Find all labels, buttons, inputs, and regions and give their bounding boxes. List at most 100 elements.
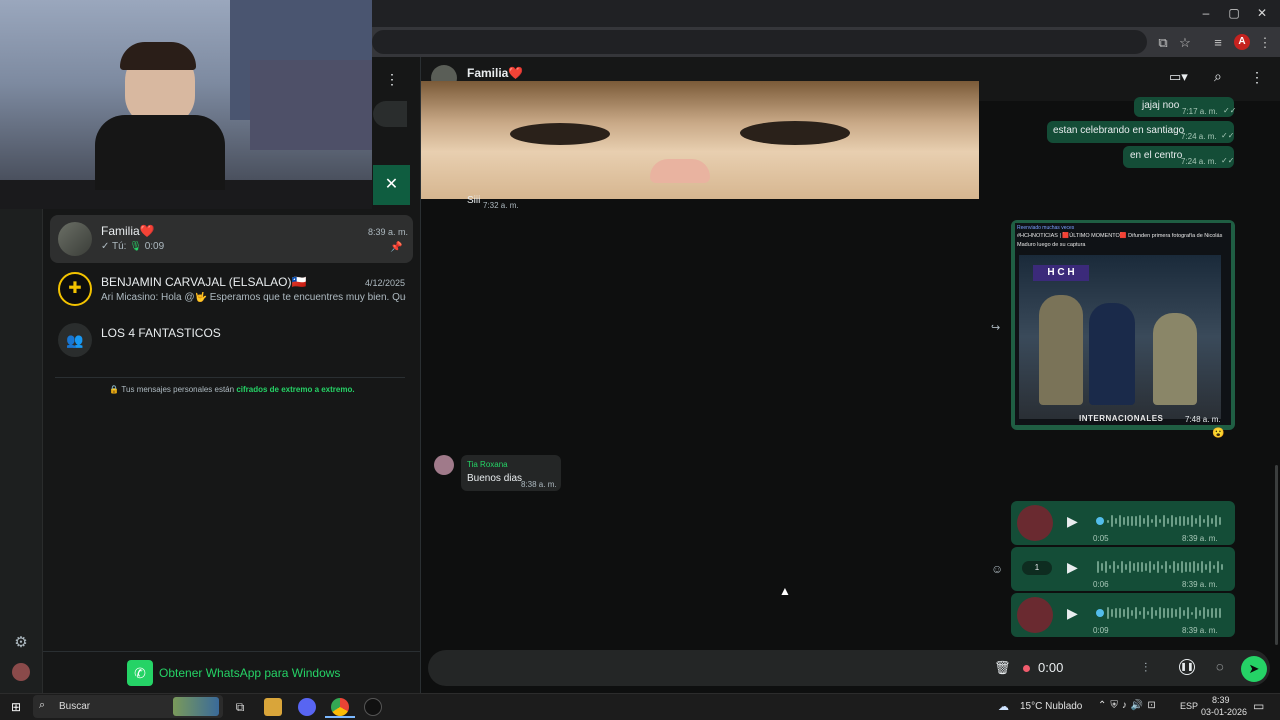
waveform-bar	[1119, 514, 1121, 528]
outgoing-message[interactable]: en el centro 7:24 a. m. ✓✓	[1123, 146, 1234, 168]
waveform-bar	[1117, 565, 1119, 569]
discord-icon[interactable]	[298, 698, 316, 716]
obs-icon[interactable]	[364, 698, 382, 716]
progress-dot[interactable]	[1096, 517, 1104, 525]
waveform-bar	[1177, 563, 1179, 571]
waveform-bar	[1163, 514, 1165, 528]
maximize-button[interactable]: ▢	[1222, 5, 1246, 21]
voice-note[interactable]: ▶ 0:05 8:39 a. m.	[1011, 501, 1235, 545]
chat-menu-icon[interactable]: ⋮	[1250, 69, 1264, 87]
message-time: 8:38 a. m.	[521, 480, 557, 489]
settings-gear-icon[interactable]: ⚙	[12, 633, 30, 651]
waveform-bar	[1159, 518, 1161, 524]
mic-icon: 🎙	[129, 241, 142, 252]
waveform-bar	[1123, 608, 1125, 618]
waveform-bar	[1127, 607, 1129, 619]
search-icon[interactable]: ⌕	[1214, 68, 1232, 86]
waveform-bar	[1205, 564, 1207, 570]
waveform-bar	[1141, 561, 1143, 573]
waveform-bar	[1163, 608, 1165, 618]
waveform[interactable]	[1097, 560, 1225, 574]
voice-note[interactable]: ▶ 0:09 8:39 a. m.	[1011, 593, 1235, 637]
waveform-bar	[1207, 514, 1209, 528]
image-message[interactable]	[421, 81, 979, 199]
emoji-react-icon[interactable]: ☺	[991, 562, 1005, 576]
waveform[interactable]	[1107, 606, 1225, 620]
delete-icon[interactable]: 🗑	[994, 660, 1011, 676]
forward-icon[interactable]: ↪	[991, 321, 1005, 334]
view-once-icon[interactable]: ◌	[1216, 659, 1224, 674]
windows-start-icon[interactable]: ⊞	[7, 698, 25, 716]
waveform-bar	[1125, 563, 1127, 571]
voice-duration: 0:06	[1093, 580, 1109, 589]
incoming-message[interactable]: Tia Roxana Buenos dias 8:38 a. m.	[461, 455, 561, 491]
get-app-link[interactable]: Obtener WhatsApp para Windows	[159, 666, 340, 680]
weather-text[interactable]: 15°C Nublado	[1020, 701, 1082, 712]
address-bar[interactable]	[372, 30, 1147, 54]
send-icon[interactable]: ➤	[1241, 656, 1267, 682]
recording-timer: 0:00	[1038, 660, 1064, 675]
message-time: 7:24 a. m.	[1181, 132, 1217, 141]
file-explorer-icon[interactable]	[264, 698, 282, 716]
chat-item-benjamin[interactable]: ✚ BENJAMIN CARVAJAL (ELSALAO)🇨🇱 4/12/202…	[50, 266, 413, 314]
cat-nose	[650, 159, 710, 183]
outgoing-message[interactable]: jajaj noo 7:17 a. m. ✓✓	[1134, 97, 1236, 117]
bookmark-star-icon[interactable]: ☆	[1176, 34, 1194, 52]
panel-menu-icon[interactable]: ⋮	[385, 71, 399, 87]
waveform-bar	[1211, 518, 1213, 524]
chat-search-input[interactable]	[373, 101, 407, 127]
waveform-bar	[1153, 563, 1155, 571]
mouse-cursor-icon: ▲	[779, 584, 791, 598]
video-call-icon[interactable]: ▭▾	[1169, 69, 1195, 87]
waveform[interactable]	[1107, 514, 1225, 528]
reaction-emoji[interactable]: 😮	[1212, 428, 1224, 439]
cat-eye	[740, 121, 850, 145]
double-check-icon: ✓✓	[1221, 156, 1235, 165]
waveform-bar	[1161, 565, 1163, 569]
waveform-bar	[1111, 608, 1113, 618]
waveform-bar	[1121, 560, 1123, 574]
play-icon[interactable]: ▶	[1067, 605, 1078, 622]
system-tray-icons[interactable]: ⌃⛨♪🔊⊡	[1098, 700, 1160, 711]
install-app-icon[interactable]: ⧉	[1154, 34, 1172, 52]
clock-date[interactable]: 03-01-2026	[1201, 707, 1247, 717]
play-icon[interactable]: ▶	[1067, 559, 1078, 576]
media-control-icon[interactable]: ≡	[1209, 34, 1227, 52]
waveform-bar	[1173, 560, 1175, 574]
progress-dot[interactable]	[1096, 609, 1104, 617]
taskbar-search-input[interactable]: ⌕ Buscar	[33, 695, 223, 718]
sender-avatar[interactable]	[434, 455, 454, 475]
chat-title[interactable]: Familia❤️	[467, 66, 523, 80]
close-window-button[interactable]: ✕	[1250, 5, 1274, 21]
voice-note[interactable]: 1 ▶ 0:06 8:39 a. m.	[1011, 547, 1235, 591]
waveform-bar	[1155, 514, 1157, 528]
chat-item-los-4-fantasticos[interactable]: 👥 LOS 4 FANTASTICOS	[50, 317, 413, 365]
clock-time[interactable]: 8:39	[1212, 695, 1230, 705]
pause-icon[interactable]: ❚❚	[1179, 659, 1195, 675]
scrollbar[interactable]	[1275, 465, 1278, 645]
waveform-bar	[1111, 514, 1113, 528]
minimize-button[interactable]: –	[1194, 5, 1218, 21]
outgoing-message[interactable]: estan celebrando en santiago 7:24 a. m. …	[1047, 121, 1234, 143]
browser-menu-icon[interactable]: ⋮	[1256, 34, 1274, 52]
play-icon[interactable]: ▶	[1067, 513, 1078, 530]
profile-avatar[interactable]: A	[1234, 34, 1250, 50]
task-view-icon[interactable]: ⧉	[231, 698, 249, 716]
notification-icon[interactable]: ▭	[1253, 699, 1264, 713]
forwarded-label: Reenviado muchas veces	[1017, 225, 1075, 231]
playback-speed[interactable]: 1	[1022, 561, 1052, 575]
chat-item-familia[interactable]: Familia❤️ 8:39 a. m. ✓ Tú: 🎙 0:09 📌	[50, 215, 413, 263]
message-text: Buenos dias	[467, 473, 523, 484]
waveform-bar	[1123, 517, 1125, 525]
chrome-icon[interactable]	[331, 698, 349, 716]
chat-time: 8:39 a. m.	[368, 227, 409, 237]
language-indicator[interactable]: ESP	[1180, 701, 1198, 711]
waveform-bar	[1139, 610, 1141, 616]
double-check-icon: ✓✓	[1221, 131, 1235, 140]
waveform-bar	[1147, 610, 1149, 616]
profile-avatar-small[interactable]	[12, 663, 30, 681]
news-logo: H C H	[1033, 265, 1089, 281]
close-icon[interactable]: ✕	[373, 165, 410, 205]
encryption-link[interactable]: cifrados de extremo a extremo.	[236, 385, 354, 394]
news-image-message[interactable]: Reenviado muchas veces #HCHNOTICIAS | 🟥Ú…	[1011, 220, 1235, 430]
